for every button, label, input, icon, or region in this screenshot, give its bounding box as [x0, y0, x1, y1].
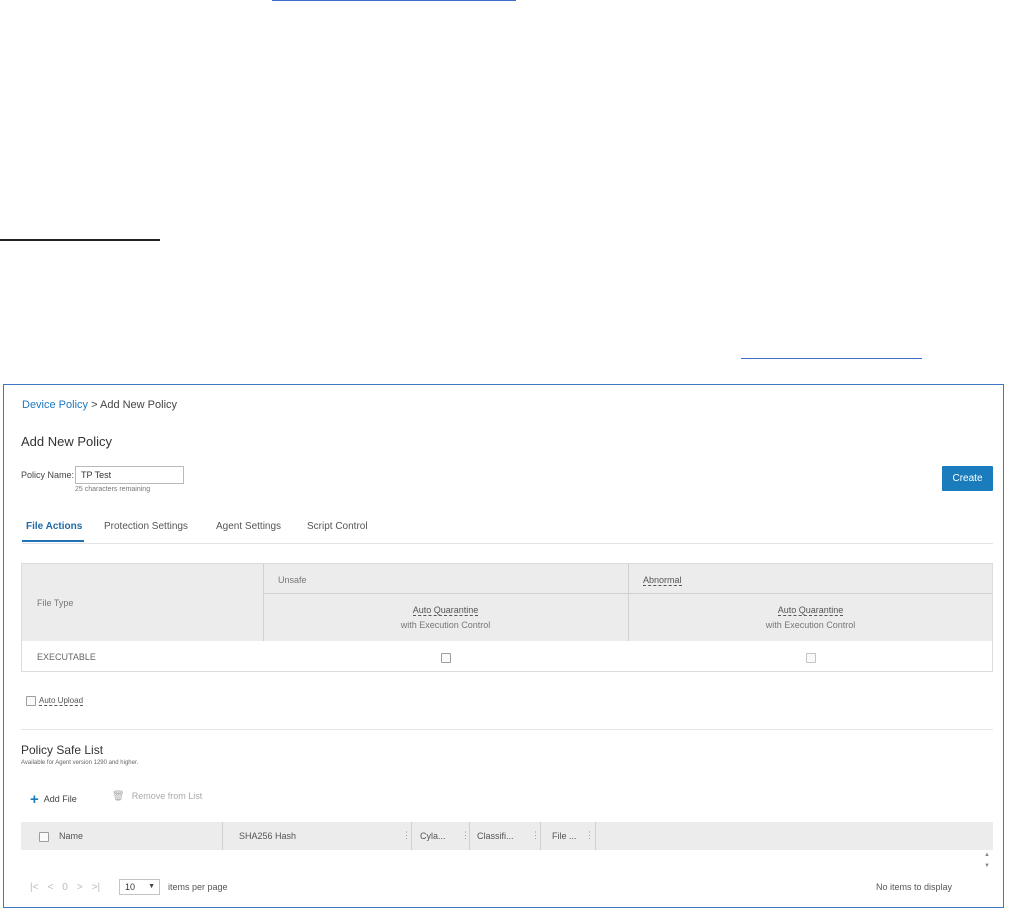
previous-page-icon[interactable]: <: [47, 882, 53, 893]
trash-icon: 🗑: [112, 791, 125, 802]
scroll-up-arrow-icon[interactable]: ▲: [984, 852, 990, 858]
policy-name-label: Policy Name:: [21, 470, 75, 480]
add-file-button[interactable]: + Add File: [30, 791, 77, 808]
column-divider: [595, 822, 596, 850]
column-divider: [540, 822, 541, 850]
file-type-executable: EXECUTABLE: [37, 652, 96, 662]
plus-icon: +: [30, 791, 39, 808]
active-tab-indicator: [22, 540, 84, 542]
column-file-name[interactable]: File ... ⋮: [552, 822, 598, 850]
column-classification-label: Classifi...: [477, 831, 514, 841]
file-type-header: File Type: [37, 598, 74, 608]
last-page-icon[interactable]: >|: [92, 882, 100, 893]
empty-state-text: No items to display: [876, 882, 953, 892]
remove-from-list-button[interactable]: 🗑 Remove from List: [112, 791, 202, 802]
create-button[interactable]: Create: [942, 466, 993, 491]
breadcrumb-device-policy-link[interactable]: Device Policy: [22, 399, 88, 411]
column-menu-icon[interactable]: ⋮: [402, 830, 411, 841]
next-page-icon[interactable]: >: [77, 882, 83, 893]
column-divider: [222, 822, 223, 850]
auto-upload-label[interactable]: Auto Upload: [39, 696, 84, 706]
breadcrumb-separator: >: [91, 399, 98, 411]
column-menu-icon[interactable]: ⋮: [585, 830, 594, 841]
current-page-number: 0: [62, 882, 68, 893]
policy-safe-list-subtitle: Available for Agent version 1290 and hig…: [21, 760, 139, 766]
tab-agent-settings[interactable]: Agent Settings: [216, 521, 281, 532]
auto-upload-label-wrap: Auto Upload: [39, 696, 84, 706]
unsafe-auto-quarantine-checkbox[interactable]: [441, 653, 451, 663]
column-sha256-label: SHA256 Hash: [239, 831, 297, 841]
auto-upload-checkbox[interactable]: [26, 696, 36, 706]
policy-name-input[interactable]: [75, 466, 184, 484]
abnormal-action-subtitle: with Execution Control: [765, 620, 856, 630]
unsafe-header: Unsafe: [278, 575, 307, 585]
caret-down-icon: ▼: [148, 883, 155, 890]
column-name-label: Name: [59, 831, 84, 841]
scroll-down-arrow-icon[interactable]: ▼: [984, 863, 990, 869]
header-divider: [263, 593, 992, 594]
page-title: Add New Policy: [21, 434, 113, 449]
breadcrumb-current: Add New Policy: [99, 399, 178, 411]
policy-tabs: File Actions Protection Settings Agent S…: [22, 521, 993, 544]
page-size-select[interactable]: 10 ▼: [119, 879, 160, 895]
unsafe-action-title: Auto Quarantine: [263, 605, 628, 616]
file-actions-table: File Type Unsafe Abnormal Auto Quarantin…: [21, 563, 993, 672]
document-link-underline-right: [741, 358, 922, 359]
column-menu-icon[interactable]: ⋮: [531, 830, 540, 841]
first-page-icon[interactable]: |<: [30, 882, 38, 893]
policy-safe-list-title: Policy Safe List: [21, 743, 104, 757]
column-name[interactable]: Name ⋮: [59, 822, 227, 850]
abnormal-auto-quarantine-label[interactable]: Auto Quarantine: [777, 605, 844, 616]
tab-file-actions[interactable]: File Actions: [26, 521, 82, 532]
tab-protection-settings[interactable]: Protection Settings: [104, 521, 188, 532]
page-size-value: 10: [125, 882, 136, 892]
unsafe-auto-quarantine-label[interactable]: Auto Quarantine: [412, 605, 479, 616]
column-file-label: File ...: [552, 831, 577, 841]
select-all-checkbox[interactable]: [39, 832, 49, 842]
pagination-controls: |< <0 > >|: [30, 882, 109, 893]
document-heading-underline: [0, 239, 160, 241]
column-sha256-hash[interactable]: SHA256 Hash ⋮: [239, 822, 411, 850]
tab-script-control[interactable]: Script Control: [307, 521, 368, 532]
add-file-label: Add File: [43, 794, 77, 804]
column-divider: [469, 822, 470, 850]
abnormal-header: Abnormal: [643, 575, 682, 586]
column-cylance-label: Cyla...: [420, 831, 446, 841]
section-divider: [21, 729, 993, 730]
column-cylance-score[interactable]: Cyla... ⋮: [420, 822, 470, 850]
abnormal-action-title: Auto Quarantine: [629, 605, 992, 616]
items-per-page-label: items per page: [168, 882, 228, 892]
column-classification[interactable]: Classifi... ⋮: [477, 822, 540, 850]
breadcrumb: Device Policy > Add New Policy: [22, 399, 177, 411]
abnormal-auto-quarantine-checkbox[interactable]: [806, 653, 816, 663]
policy-screenshot-frame: Device Policy > Add New Policy Add New P…: [3, 384, 1004, 908]
abnormal-header-label[interactable]: Abnormal: [643, 575, 682, 586]
unsafe-action-subtitle: with Execution Control: [400, 620, 491, 630]
remove-from-list-label: Remove from List: [131, 791, 203, 801]
column-divider: [411, 822, 412, 850]
document-link-underline-top: [272, 0, 516, 1]
characters-remaining-hint: 25 characters remaining: [75, 486, 151, 493]
safe-list-grid-header: Name ⋮ SHA256 Hash ⋮ Cyla... ⋮ Classifi.…: [21, 822, 993, 850]
